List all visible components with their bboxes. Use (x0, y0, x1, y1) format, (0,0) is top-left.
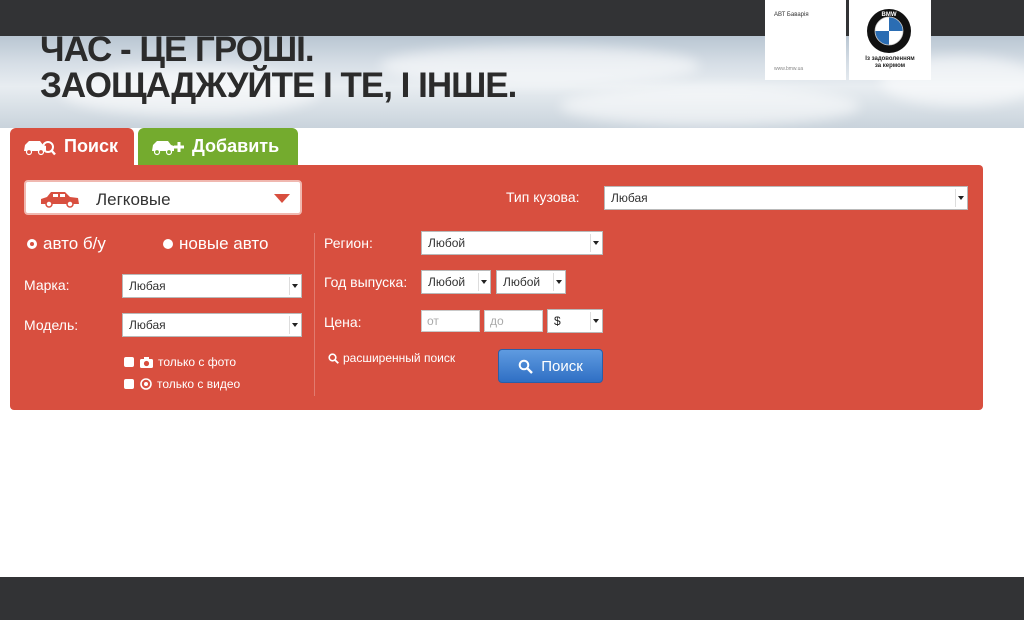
banner-cloud (560, 86, 860, 126)
car-search-icon (22, 138, 56, 156)
dealer-ad-box[interactable]: АВТ Баварія www.bmw.ua (765, 0, 846, 80)
dropdown-arrow-icon (590, 234, 601, 252)
make-select[interactable]: Любая (122, 274, 302, 298)
only-video-label: только с видео (157, 377, 241, 391)
footer-bar (0, 577, 1024, 620)
radio-unchecked-icon (163, 239, 173, 249)
model-label: Модель: (24, 317, 79, 333)
chevron-down-icon (274, 194, 290, 203)
dropdown-arrow-icon (289, 316, 300, 334)
bmw-logo-icon: BMW (867, 9, 911, 53)
year-to-select[interactable]: Любой (496, 270, 566, 294)
price-from-placeholder: от (427, 314, 439, 328)
search-button[interactable]: Поиск (498, 349, 603, 383)
advanced-search-link[interactable]: расширенный поиск (328, 351, 455, 365)
search-button-label: Поиск (541, 357, 583, 375)
dropdown-arrow-icon (478, 273, 489, 291)
currency-select[interactable]: $ (547, 309, 603, 333)
price-label: Цена: (324, 314, 362, 330)
radio-checked-icon (27, 239, 37, 249)
car-icon (39, 190, 81, 213)
dropdown-arrow-icon (289, 277, 300, 295)
bmw-logo-box[interactable]: BMW Із задоволенням за кермом (849, 0, 931, 80)
only-photo-label: только с фото (158, 355, 237, 369)
headline-line-1: ЧАС - ЦЕ ГРОШІ. (40, 30, 315, 69)
tab-add[interactable]: Добавить (138, 128, 298, 165)
only-photo-checkbox[interactable]: только с фото (124, 355, 236, 369)
year-to-value: Любой (503, 275, 541, 289)
bmw-slogan-line-1: Із задоволенням (865, 56, 915, 62)
year-label: Год выпуска: (324, 274, 408, 290)
dealer-ad-url: www.bmw.ua (774, 66, 804, 72)
make-select-value: Любая (129, 279, 166, 293)
price-to-placeholder: до (490, 314, 504, 328)
price-from-input[interactable]: от (421, 310, 480, 332)
tab-search[interactable]: Поиск (10, 128, 134, 165)
bmw-slogan: Із задоволенням за кермом (849, 56, 931, 70)
column-divider (314, 233, 315, 396)
bmw-slogan-line-2: за кермом (874, 63, 906, 69)
vehicle-category-value: Легковые (96, 190, 171, 209)
body-type-label: Тип кузова: (506, 189, 580, 205)
radio-used-cars[interactable]: авто б/у (27, 234, 106, 254)
region-label: Регион: (324, 235, 373, 251)
advanced-search-label: расширенный поиск (343, 351, 456, 365)
model-select-value: Любая (129, 318, 166, 332)
play-icon (140, 378, 152, 390)
radio-new-cars[interactable]: новые авто (163, 234, 268, 254)
year-from-select[interactable]: Любой (421, 270, 491, 294)
search-panel: Легковые авто б/у новые авто Марка: Люба… (10, 165, 983, 410)
car-add-icon (150, 138, 184, 156)
dropdown-arrow-icon (553, 273, 564, 291)
only-video-checkbox[interactable]: только с видео (124, 377, 240, 391)
headline-line-2: ЗАОЩАДЖУЙТЕ І ТЕ, І ІНШЕ. (40, 66, 517, 105)
radio-new-label: новые авто (179, 234, 269, 253)
currency-value: $ (554, 314, 561, 328)
dropdown-arrow-icon (590, 312, 601, 330)
tab-add-label: Добавить (192, 136, 280, 156)
year-from-value: Любой (428, 275, 466, 289)
vehicle-category-select[interactable]: Легковые (24, 180, 302, 215)
banner-headline: ЧАС - ЦЕ ГРОШІ. ЗАОЩАДЖУЙТЕ І ТЕ, І ІНШЕ… (40, 30, 517, 105)
search-icon (328, 352, 339, 364)
dealer-ad-title: АВТ Баварія (774, 12, 809, 18)
checkbox-box (124, 379, 134, 389)
body-type-value: Любая (611, 191, 648, 205)
body-type-select[interactable]: Любая (604, 186, 968, 210)
dropdown-arrow-icon (955, 189, 966, 207)
search-icon (518, 359, 534, 374)
camera-icon (140, 356, 153, 368)
checkbox-box (124, 357, 134, 367)
radio-used-label: авто б/у (43, 234, 106, 253)
model-select[interactable]: Любая (122, 313, 302, 337)
bmw-letters: BMW (882, 12, 897, 18)
make-label: Марка: (24, 277, 70, 293)
region-select[interactable]: Любой (421, 231, 603, 255)
price-to-input[interactable]: до (484, 310, 543, 332)
region-value: Любой (428, 236, 466, 250)
tab-search-label: Поиск (64, 136, 119, 156)
